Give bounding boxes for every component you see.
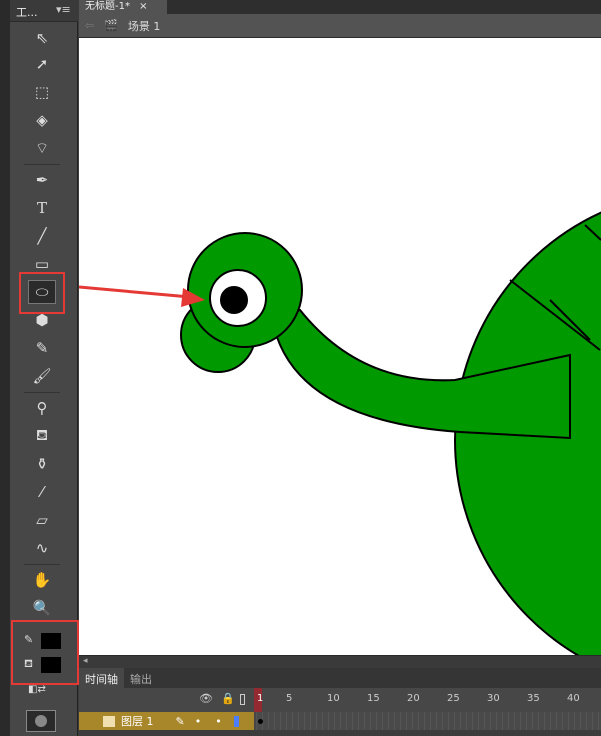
3d-rotation-tool[interactable]: ◈ — [28, 108, 56, 132]
pencil-icon: ✎ — [175, 714, 185, 728]
scene-label: 场景 1 — [127, 19, 161, 33]
frame-label: 5 — [286, 693, 293, 704]
scene-bar: ⇦ 🎬 场景 1 — [79, 14, 601, 38]
subselection-tool[interactable]: ➚ — [28, 52, 56, 76]
visibility-dot[interactable]: • — [195, 715, 202, 728]
object-drawing-button[interactable] — [26, 710, 56, 732]
tools-panel-header: 工... ▾≡ — [10, 0, 78, 22]
horizontal-scrollbar[interactable]: ◂ — [79, 655, 601, 668]
eyedropper-tool[interactable]: ⁄ — [28, 480, 56, 504]
free-transform-tool[interactable]: ⬚ — [28, 80, 56, 104]
tab-timeline[interactable]: 时间轴 — [79, 668, 124, 688]
lock-dot[interactable]: • — [215, 715, 222, 728]
frame-cells[interactable] — [256, 712, 601, 730]
frame-label: 40 — [567, 693, 580, 704]
turtle-drawing — [79, 211, 601, 655]
left-edge — [0, 0, 10, 736]
stroke-color-icon: ✎ — [24, 633, 34, 646]
frame-label: 35 — [527, 693, 540, 704]
clapperboard-icon: 🎬 — [104, 19, 118, 32]
line-tool[interactable]: ╱ — [28, 224, 56, 248]
brush-tool[interactable]: 🖌 — [28, 364, 56, 388]
outline-color-swatch[interactable] — [233, 715, 239, 727]
layer-icon — [103, 715, 115, 727]
lock-icon[interactable]: 🔒 — [221, 692, 235, 705]
frame-ruler[interactable]: 1 5 10 15 20 25 30 35 40 — [254, 688, 601, 712]
panel-menu-icon[interactable]: ▾≡ — [56, 3, 71, 16]
outline-icon[interactable] — [240, 694, 245, 705]
close-icon[interactable]: × — [139, 1, 147, 12]
swap-colors-icon[interactable]: ◧⇄ — [28, 684, 46, 695]
separator — [24, 392, 60, 393]
separator — [24, 164, 60, 165]
document-tab[interactable]: 无标题-1* × — [79, 0, 167, 14]
frame-label: 1 — [257, 693, 264, 704]
highlight-arrow — [79, 285, 205, 307]
frame-label: 15 — [367, 693, 380, 704]
bone-tool[interactable]: ⚲ — [28, 396, 56, 420]
pen-tool[interactable]: ✒ — [28, 168, 56, 192]
width-tool[interactable]: ∿ — [28, 536, 56, 560]
scroll-left-icon[interactable]: ◂ — [83, 656, 88, 666]
paint-bucket-tool[interactable]: ⛾ — [28, 424, 56, 448]
fill-color-swatch[interactable] — [41, 657, 61, 673]
eraser-tool[interactable]: ▱ — [28, 508, 56, 532]
ink-bottle-tool[interactable]: ⚱ — [28, 452, 56, 476]
stage[interactable] — [79, 38, 601, 655]
layer-name: 图层 1 — [121, 715, 154, 728]
text-tool[interactable]: T — [28, 196, 56, 220]
pencil-tool[interactable]: ✎ — [28, 336, 56, 360]
fill-color-icon: ⛾ — [24, 657, 33, 670]
zoom-tool[interactable]: 🔍 — [28, 596, 56, 620]
selection-tool[interactable]: ⇖ — [28, 26, 56, 50]
color-swatches-highlight — [11, 620, 79, 685]
document-title: 无标题-1* — [85, 1, 130, 12]
frame-label: 20 — [407, 693, 420, 704]
layer-1[interactable]: 图层 1 ✎ • • — [79, 712, 254, 730]
lasso-tool[interactable]: ⌔ — [28, 136, 56, 160]
turtle-pupil — [220, 286, 248, 314]
frame-label: 10 — [327, 693, 340, 704]
frame-label: 30 — [487, 693, 500, 704]
oval-tool-highlight — [19, 272, 65, 314]
keyframe-dot[interactable] — [258, 719, 263, 724]
tab-output[interactable]: 输出 — [124, 668, 158, 688]
panel-tabs: 时间轴 输出 — [79, 668, 601, 688]
hand-tool[interactable]: ✋ — [28, 568, 56, 592]
tools-panel-title: 工... — [16, 6, 38, 19]
separator — [24, 564, 60, 565]
eye-icon[interactable]: 👁 — [199, 692, 213, 705]
frame-label: 25 — [447, 693, 460, 704]
back-arrow-icon[interactable]: ⇦ — [85, 19, 94, 32]
object-drawing-icon — [35, 715, 47, 727]
stroke-color-swatch[interactable] — [41, 633, 61, 649]
